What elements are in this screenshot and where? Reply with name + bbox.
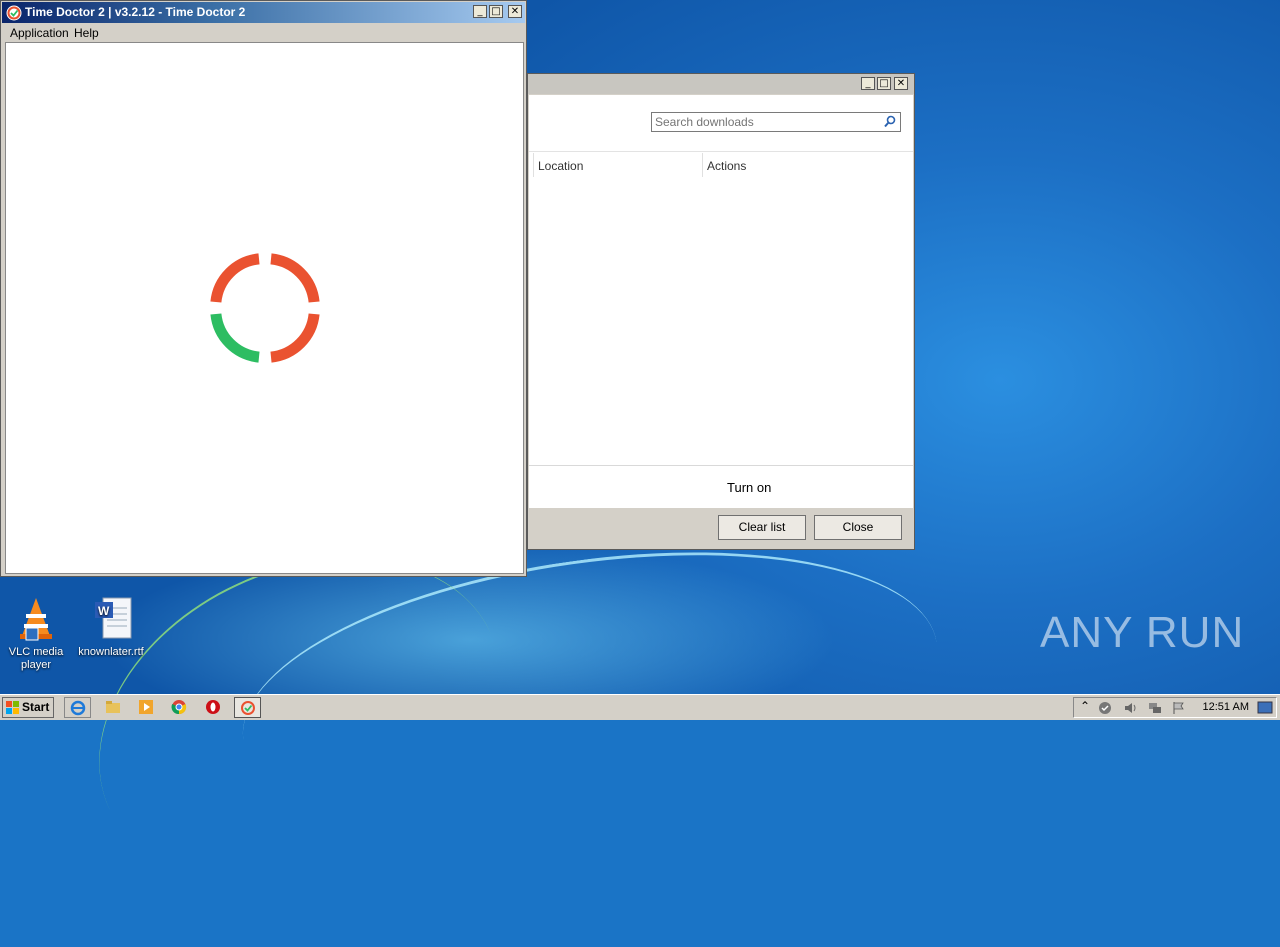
- time-doctor-content: [5, 42, 524, 574]
- time-doctor-icon: [241, 701, 255, 715]
- opera-icon: [206, 700, 220, 714]
- menu-bar: Application Help: [2, 23, 525, 42]
- taskbar-opera[interactable]: [200, 697, 227, 718]
- word-document-icon: W: [95, 597, 132, 639]
- clear-list-button[interactable]: Clear list: [718, 515, 806, 540]
- volume-icon[interactable]: [1124, 701, 1138, 715]
- internet-explorer-icon: [70, 700, 86, 716]
- anyrun-watermark: ANY RUN: [1040, 608, 1245, 657]
- close-button[interactable]: Close: [814, 515, 902, 540]
- chrome-icon: [171, 700, 187, 715]
- flag-icon[interactable]: [1172, 701, 1186, 715]
- start-label: Start: [22, 700, 50, 714]
- vlc-icon: [20, 598, 52, 641]
- show-desktop-icon[interactable]: [1257, 701, 1273, 715]
- close-window-button[interactable]: ✕: [508, 5, 522, 18]
- divider: [529, 465, 913, 466]
- folder-icon: [106, 701, 120, 713]
- start-button[interactable]: Start: [2, 697, 54, 718]
- divider: [529, 151, 913, 152]
- network-icon[interactable]: [1148, 701, 1162, 715]
- search-icon[interactable]: [884, 115, 896, 128]
- taskbar-chrome[interactable]: [166, 697, 193, 718]
- windows-logo-icon: [6, 701, 19, 714]
- show-hidden-icons-icon[interactable]: ⌃: [1080, 699, 1090, 713]
- loading-spinner-icon: [210, 253, 320, 363]
- clock[interactable]: 12:51 AM: [1203, 701, 1249, 713]
- time-doctor-titlebar[interactable]: Time Doctor 2 | v3.2.12 - Time Doctor 2 …: [2, 2, 525, 23]
- maximize-button[interactable]: □: [877, 77, 891, 90]
- column-header-actions[interactable]: Actions: [707, 157, 746, 175]
- downloads-titlebar[interactable]: _ □ ✕: [528, 74, 914, 94]
- desktop-icon-label: VLC media player: [8, 646, 64, 671]
- system-tray: ⌃ 12:51 AM: [1073, 697, 1277, 718]
- minimize-button[interactable]: _: [861, 77, 875, 90]
- minimize-button[interactable]: _: [473, 5, 487, 18]
- taskbar-ie[interactable]: [64, 697, 91, 718]
- column-separator: [702, 153, 703, 177]
- svg-text:W: W: [98, 604, 110, 618]
- time-doctor-app-icon: [6, 5, 22, 21]
- window-title: Time Doctor 2 | v3.2.12 - Time Doctor 2: [25, 5, 246, 19]
- time-doctor-window: Time Doctor 2 | v3.2.12 - Time Doctor 2 …: [0, 0, 527, 577]
- column-separator: [533, 153, 534, 177]
- downloads-window: _ □ ✕ Location Actions Turn on Clear lis…: [527, 73, 915, 550]
- taskbar-time-doctor[interactable]: [234, 697, 261, 718]
- desktop-icon-label: knownlater.rtf: [78, 646, 144, 658]
- menu-help[interactable]: Help: [74, 26, 99, 40]
- column-header-location[interactable]: Location: [538, 157, 583, 175]
- taskbar-explorer[interactable]: [100, 697, 127, 718]
- menu-application[interactable]: Application: [10, 26, 69, 40]
- desktop-icon-vlc[interactable]: VLC media player: [1, 596, 71, 672]
- search-input[interactable]: [655, 114, 875, 130]
- taskbar-media-player[interactable]: [133, 697, 160, 718]
- turn-on-link[interactable]: Turn on: [727, 480, 771, 495]
- desktop-icon-rtf[interactable]: W knownlater.rtf: [76, 596, 146, 659]
- search-box[interactable]: [651, 112, 901, 132]
- downloads-panel: Location Actions Turn on: [529, 95, 913, 508]
- action-center-icon[interactable]: [1098, 701, 1112, 715]
- close-window-button[interactable]: ✕: [894, 77, 908, 90]
- taskbar: Start ⌃ 12:51 AM: [0, 694, 1280, 720]
- maximize-button[interactable]: □: [489, 5, 503, 18]
- media-player-icon: [139, 700, 153, 714]
